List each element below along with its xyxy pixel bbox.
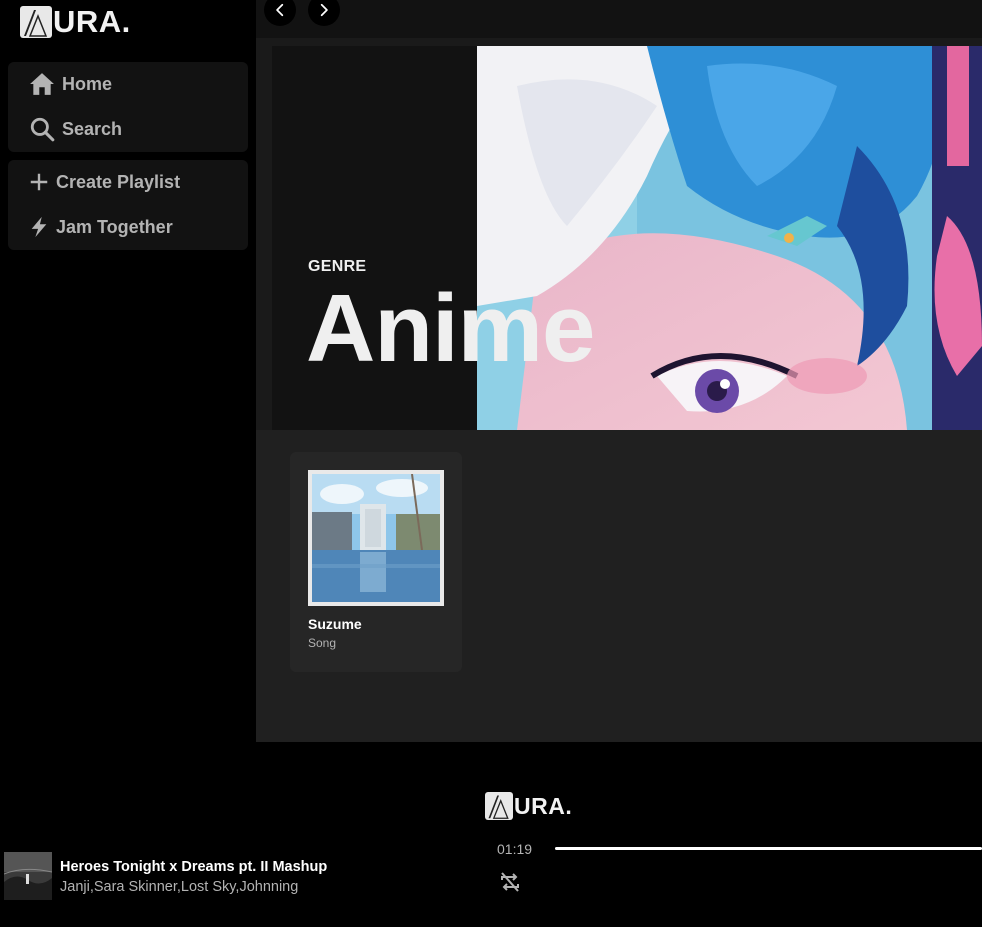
nav-item-label: Search <box>62 118 123 139</box>
now-playing-title[interactable]: Heroes Tonight x Dreams pt. II Mashup <box>60 859 327 875</box>
nav-item-jam-together[interactable]: Jam Together <box>28 213 173 241</box>
repeat-button[interactable] <box>498 870 522 894</box>
progress-bar[interactable] <box>555 847 982 850</box>
page-title: Anime <box>306 275 595 382</box>
now-playing-artists[interactable]: Janji,Sara Skinner,Lost Sky,Johnning <box>60 879 298 895</box>
genre-hero: GENRE Anime <box>272 46 982 430</box>
song-title: Suzume <box>308 616 362 632</box>
chevron-left-icon <box>276 3 284 17</box>
back-button[interactable] <box>264 0 296 26</box>
elapsed-time: 01:19 <box>497 841 533 857</box>
forward-button[interactable] <box>308 0 340 26</box>
chevron-right-icon <box>320 3 328 17</box>
top-bar <box>256 0 982 38</box>
main-nav: Home Search <box>8 62 248 152</box>
logo-mark-icon <box>20 6 52 38</box>
app-logo[interactable]: URA. <box>20 6 131 38</box>
lightning-icon <box>28 213 50 241</box>
nav-item-home[interactable]: Home <box>28 70 112 98</box>
main-content: GENRE Anime Suzume Song <box>256 38 982 742</box>
song-cover-image <box>308 470 444 606</box>
home-icon <box>28 70 56 98</box>
player-bar: Heroes Tonight x Dreams pt. II Mashup Ja… <box>0 742 982 927</box>
logo-text: URA. <box>514 793 573 819</box>
logo-text: URA. <box>53 4 131 39</box>
nav-item-label: Create Playlist <box>56 171 181 192</box>
nav-item-label: Home <box>62 73 113 94</box>
items-grid: Suzume Song <box>256 430 982 742</box>
player-logo: URA. <box>485 792 572 820</box>
now-playing-cover <box>4 852 52 900</box>
nav-item-create-playlist[interactable]: Create Playlist <box>28 168 180 196</box>
song-card[interactable]: Suzume Song <box>290 452 462 672</box>
nav-item-label: Jam Together <box>56 216 173 237</box>
plus-icon <box>28 168 50 196</box>
library-nav: Create Playlist Jam Together <box>8 160 248 250</box>
repeat-off-icon <box>501 872 519 892</box>
logo-mark-icon <box>485 792 513 820</box>
song-type: Song <box>308 636 337 650</box>
search-icon <box>28 115 56 143</box>
nav-item-search[interactable]: Search <box>28 115 122 143</box>
